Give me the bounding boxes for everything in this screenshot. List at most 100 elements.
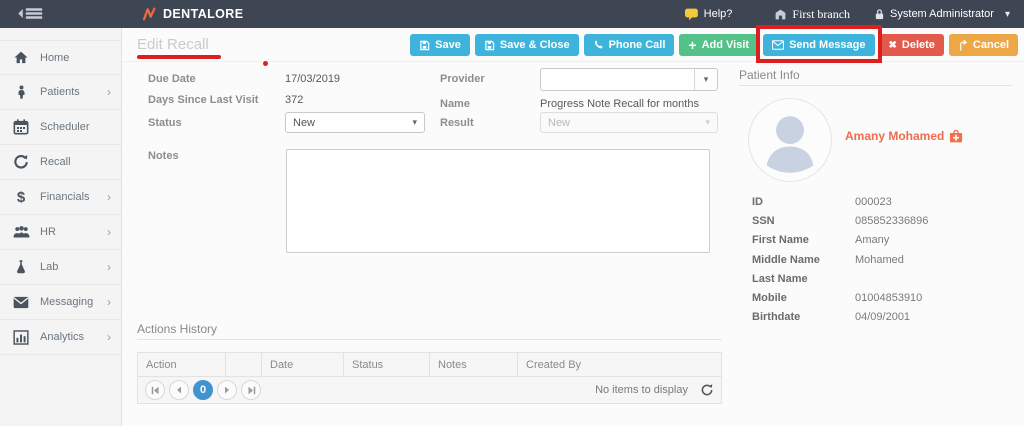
sidebar-toggle-icon[interactable] xyxy=(18,6,44,21)
calendar-icon xyxy=(12,119,30,135)
pager-next-button[interactable] xyxy=(217,380,237,400)
sidebar-item-scheduler[interactable]: Scheduler xyxy=(0,110,121,145)
header-divider xyxy=(122,61,1024,62)
pager-page-0-button[interactable]: 0 xyxy=(193,380,213,400)
patient-field-label: ID xyxy=(752,196,855,208)
user-label: System Administrator xyxy=(890,8,994,20)
branch-label: First branch xyxy=(792,7,850,22)
chevron-right-icon xyxy=(107,296,111,308)
send-message-label: Send Message xyxy=(789,39,865,51)
patient-field-value: 04/09/2001 xyxy=(855,311,910,323)
cancel-button[interactable]: Cancel xyxy=(949,34,1018,56)
delete-label: Delete xyxy=(902,39,935,51)
patient-field-row: Birthdate 04/09/2001 xyxy=(752,308,1002,327)
send-message-button[interactable]: Send Message xyxy=(763,34,874,56)
pager-prev-button[interactable] xyxy=(169,380,189,400)
sidebar-item-label: Patients xyxy=(40,86,80,98)
sidebar-item-recall[interactable]: Recall xyxy=(0,145,121,180)
result-label: Result xyxy=(440,117,474,129)
delete-button[interactable]: Delete xyxy=(880,34,944,56)
pager-refresh-icon[interactable] xyxy=(700,383,714,397)
chevron-down-icon xyxy=(412,117,417,128)
sidebar-item-analytics[interactable]: Analytics xyxy=(0,320,121,355)
column-header-action: Action xyxy=(138,353,226,376)
sidebar-item-label: Lab xyxy=(40,261,58,273)
patient-field-label: Last Name xyxy=(752,273,855,285)
patient-icon xyxy=(12,84,30,100)
sidebar-item-label: Recall xyxy=(40,156,71,168)
notes-textarea[interactable] xyxy=(286,149,710,253)
status-dropdown-value: New xyxy=(293,117,315,129)
notes-label: Notes xyxy=(148,150,179,162)
recall-name-label: Name xyxy=(440,98,470,110)
due-date-label: Due Date xyxy=(148,73,196,85)
save-label: Save xyxy=(435,39,461,51)
patient-field-row: Middle Name Mohamed xyxy=(752,250,1002,269)
sidebar-item-label: Home xyxy=(40,52,69,64)
flask-icon xyxy=(12,259,30,275)
patient-field-row: First Name Amany xyxy=(752,231,1002,250)
delete-x-icon xyxy=(889,39,897,51)
chevron-down-icon xyxy=(705,117,710,128)
patient-info-divider xyxy=(739,85,1012,86)
patient-info-title: Patient Info xyxy=(739,68,800,82)
status-dropdown[interactable]: New xyxy=(285,112,425,133)
patient-field-label: Middle Name xyxy=(752,254,855,266)
help-icon xyxy=(685,8,699,21)
pager-empty-message: No items to display xyxy=(595,384,688,396)
user-menu[interactable]: System Administrator xyxy=(874,8,1010,21)
brand-logo-icon xyxy=(141,6,157,22)
chevron-right-icon xyxy=(107,331,111,343)
patient-field-row: Mobile 01004853910 xyxy=(752,288,1002,307)
patient-field-value: 01004853910 xyxy=(855,292,922,304)
chevron-down-icon xyxy=(1005,9,1010,20)
home-icon xyxy=(12,50,30,65)
patient-fields: ID 000023 SSN 085852336896 First Name Am… xyxy=(752,192,1002,327)
brand-name: DENTALORE xyxy=(163,7,243,21)
add-visit-label: Add Visit xyxy=(702,39,749,51)
sidebar-item-hr[interactable]: HR xyxy=(0,215,121,250)
provider-dropdown[interactable] xyxy=(540,68,718,91)
envelope-icon xyxy=(772,40,784,50)
patient-field-value: 000023 xyxy=(855,196,892,208)
sidebar-item-lab[interactable]: Lab xyxy=(0,250,121,285)
save-and-close-button[interactable]: Save & Close xyxy=(475,34,579,56)
provider-label: Provider xyxy=(440,73,485,85)
sidebar-item-label: Messaging xyxy=(40,296,93,308)
add-visit-button[interactable]: Add Visit xyxy=(679,34,758,56)
sidebar-item-home[interactable]: Home xyxy=(0,40,121,75)
phone-icon xyxy=(593,40,604,51)
sidebar-item-patients[interactable]: Patients xyxy=(0,75,121,110)
sidebar-item-label: HR xyxy=(40,226,56,238)
patient-name: Amany Mohamed xyxy=(845,129,944,143)
recall-name-value: Progress Note Recall for months xyxy=(540,98,699,110)
topbar: DENTALORE Help? First branch System Admi… xyxy=(0,0,1024,28)
toolbar: Save Save & Close Phone Call Add Visit xyxy=(410,34,1018,56)
cancel-label: Cancel xyxy=(973,39,1009,51)
dollar-icon xyxy=(12,189,30,206)
chevron-right-icon xyxy=(107,261,111,273)
plus-icon xyxy=(688,38,696,53)
patient-field-row: Last Name xyxy=(752,269,1002,288)
save-button[interactable]: Save xyxy=(410,34,470,56)
days-since-last-visit-label: Days Since Last Visit xyxy=(148,94,258,106)
sidebar-item-messaging[interactable]: Messaging xyxy=(0,285,121,320)
phone-call-button[interactable]: Phone Call xyxy=(584,34,675,56)
branch-selector[interactable]: First branch xyxy=(774,7,850,22)
main-content: Edit Recall Save Save & Close Phone Call… xyxy=(122,28,1024,426)
medical-kit-icon[interactable] xyxy=(949,130,963,143)
envelope-icon xyxy=(12,296,30,309)
save-and-close-label: Save & Close xyxy=(500,39,570,51)
lock-icon xyxy=(874,8,885,21)
refresh-icon xyxy=(12,154,30,170)
sidebar-item-financials[interactable]: Financials xyxy=(0,180,121,215)
chevron-right-icon xyxy=(107,191,111,203)
pager-first-button[interactable] xyxy=(145,380,165,400)
help-menu[interactable]: Help? xyxy=(685,8,733,21)
result-dropdown: New xyxy=(540,112,718,133)
pager-last-button[interactable] xyxy=(241,380,261,400)
patient-avatar xyxy=(748,98,832,182)
patient-field-value: Mohamed xyxy=(855,254,904,266)
brand: DENTALORE xyxy=(141,0,243,28)
actions-history-title: Actions History xyxy=(137,322,217,336)
